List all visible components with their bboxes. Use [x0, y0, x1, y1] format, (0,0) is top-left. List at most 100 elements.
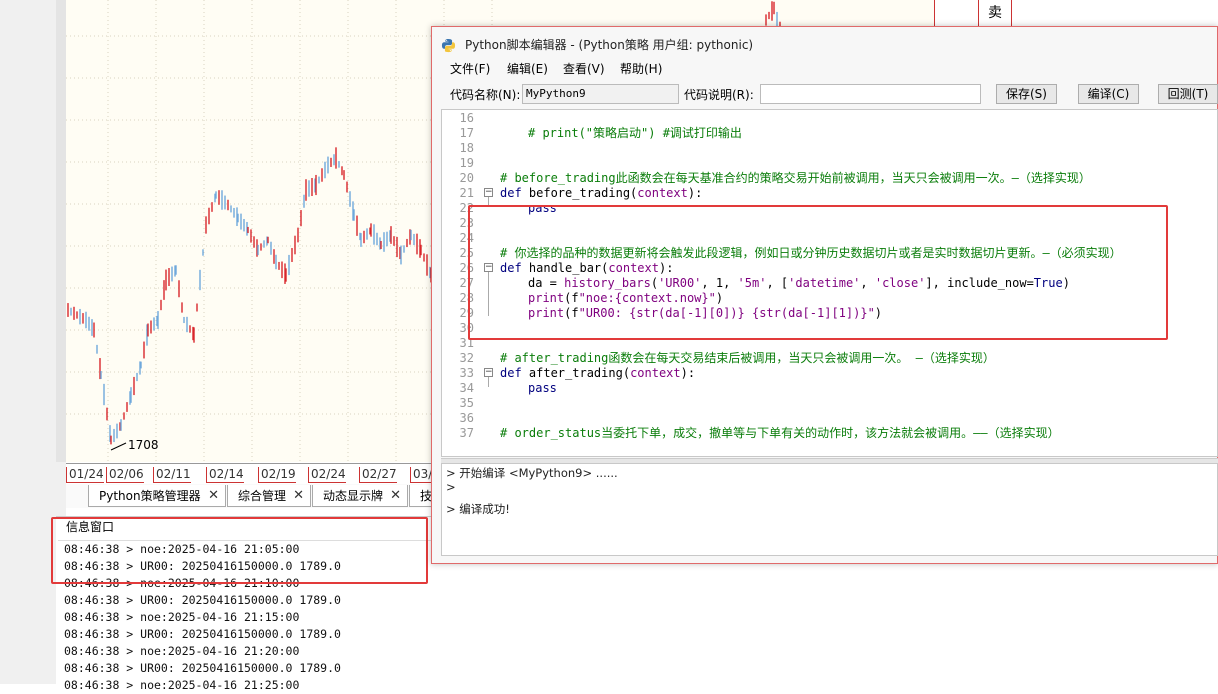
line-number: 33: [459, 366, 474, 380]
code-token: 'UR00': [658, 276, 702, 290]
code-desc-label: 代码说明(R):: [684, 88, 754, 102]
code-token: ):: [687, 186, 703, 200]
line-number: 16: [459, 111, 474, 125]
date-tick: 02/27: [359, 467, 397, 483]
log-line: 08:46:38 > noe:2025-04-16 21:25:00: [64, 678, 300, 692]
fold-guide: [488, 197, 489, 207]
chart-low-label: 1708: [128, 438, 159, 452]
code-line: # order_status当委托下单，成交，撤单等与下单有关的动作时，该方法就…: [500, 426, 1060, 440]
code-token: "noe:{context.now}": [578, 291, 716, 305]
code-token: ):: [658, 261, 674, 275]
tab-comprehensive-management[interactable]: 综合管理 ✕: [227, 485, 311, 507]
code-token: '5m': [737, 276, 767, 290]
code-line: # before_trading此函数会在每天基准合约的策略交易开始前被调用，当…: [500, 171, 1091, 185]
output-line: > 编译成功!: [446, 502, 510, 516]
output-line: > 开始编译 <MyPython9> ......: [446, 466, 618, 480]
code-line: da = history_bars('UR00', 1, '5m', ['dat…: [528, 276, 1070, 291]
code-token: ):: [680, 366, 696, 380]
python-logo-icon: [441, 38, 456, 53]
line-number: 21: [459, 186, 474, 200]
line-number: 29: [459, 306, 474, 320]
close-icon[interactable]: ✕: [390, 485, 401, 507]
log-line: 08:46:38 > noe:2025-04-16 21:05:00: [64, 542, 300, 556]
log-line: 08:46:38 > noe:2025-04-16 21:20:00: [64, 644, 300, 658]
code-token: , 1,: [701, 276, 738, 290]
line-number: 22: [459, 201, 474, 215]
date-tick: 02/11: [153, 467, 191, 483]
code-token: ], include_now=: [925, 276, 1034, 290]
code-desc-field[interactable]: [760, 84, 981, 104]
line-number: 26: [459, 261, 474, 275]
code-token: da =: [528, 276, 565, 290]
close-icon[interactable]: ✕: [208, 485, 219, 507]
code-line: def handle_bar(context):: [500, 261, 673, 276]
code-token: 'close': [874, 276, 926, 290]
line-number: 18: [459, 141, 474, 155]
code-token: ): [874, 306, 883, 320]
line-number: 28: [459, 291, 474, 305]
sell-button[interactable]: 卖: [978, 0, 1012, 27]
line-number: 25: [459, 246, 474, 260]
menu-file[interactable]: 文件(F): [450, 60, 490, 77]
code-line: # after_trading函数会在每天交易结束后被调用，当天只会被调用一次。…: [500, 351, 995, 365]
save-button[interactable]: 保存(S): [996, 84, 1057, 104]
editor-title: Python脚本编辑器 - (Python策略 用户组: pythonic): [465, 38, 754, 52]
fold-guide: [488, 272, 489, 316]
code-token: 'datetime': [788, 276, 861, 290]
code-token: def: [500, 186, 529, 200]
close-icon[interactable]: ✕: [293, 485, 304, 507]
fold-toggle-icon[interactable]: −: [484, 263, 493, 272]
line-number: 23: [459, 216, 474, 230]
log-line: 08:46:38 > noe:2025-04-16 21:10:00: [64, 576, 300, 590]
line-number: 20: [459, 171, 474, 185]
line-number: 36: [459, 411, 474, 425]
code-line: print(f"noe:{context.now}"): [528, 291, 723, 306]
code-name-field[interactable]: MyPython9: [522, 84, 679, 104]
code-token: def: [500, 366, 529, 380]
output-line: >: [446, 480, 460, 494]
compile-button[interactable]: 编译(C): [1078, 84, 1139, 104]
line-number: 30: [459, 321, 474, 335]
code-token: before_trading(: [528, 186, 638, 200]
fold-guide: [488, 377, 489, 387]
log-line: 08:46:38 > UR00: 20250416150000.0 1789.0: [64, 661, 341, 675]
code-line: def before_trading(context):: [500, 186, 702, 201]
tab-python-strategy-manager[interactable]: Python策略管理器 ✕: [88, 485, 226, 507]
code-line: def after_trading(context):: [500, 366, 695, 381]
line-number: 34: [459, 381, 474, 395]
code-token: context: [637, 186, 688, 200]
tab-dynamic-board[interactable]: 动态显示牌 ✕: [312, 485, 408, 507]
code-token: , [: [766, 276, 789, 290]
code-line: print(f"UR00: {str(da[-1][0])} {str(da[-…: [528, 306, 882, 321]
date-tick: 03/: [410, 467, 433, 483]
code-token: (f: [564, 291, 579, 305]
date-tick: 02/14: [206, 467, 244, 483]
tab-label: 综合管理: [238, 489, 287, 503]
line-number: 27: [459, 276, 474, 290]
code-token: def: [500, 261, 529, 275]
code-line: pass: [528, 201, 557, 215]
line-number: 24: [459, 231, 474, 245]
menu-edit[interactable]: 编辑(E): [507, 60, 548, 77]
date-tick: 02/24: [308, 467, 346, 483]
log-line: 08:46:38 > UR00: 20250416150000.0 1789.0: [64, 559, 341, 573]
line-number: 35: [459, 396, 474, 410]
fold-toggle-icon[interactable]: −: [484, 368, 493, 377]
code-name-label: 代码名称(N):: [450, 88, 521, 102]
code-token: True: [1033, 276, 1063, 290]
log-line: 08:46:38 > UR00: 20250416150000.0 1789.0: [64, 593, 341, 607]
menu-help[interactable]: 帮助(H): [620, 60, 662, 77]
code-token: after_trading(: [528, 366, 631, 380]
line-number: 37: [459, 426, 474, 440]
code-token: ): [715, 291, 724, 305]
menu-view[interactable]: 查看(V): [563, 60, 605, 77]
date-tick: 02/06: [106, 467, 144, 483]
code-token: (: [650, 276, 659, 290]
line-number: 31: [459, 336, 474, 350]
code-token: print: [528, 291, 565, 305]
date-tick: 01/24: [66, 467, 104, 483]
line-number: 17: [459, 126, 474, 140]
code-line: pass: [528, 381, 557, 395]
backtest-button[interactable]: 回测(T): [1158, 84, 1218, 104]
fold-toggle-icon[interactable]: −: [484, 188, 493, 197]
